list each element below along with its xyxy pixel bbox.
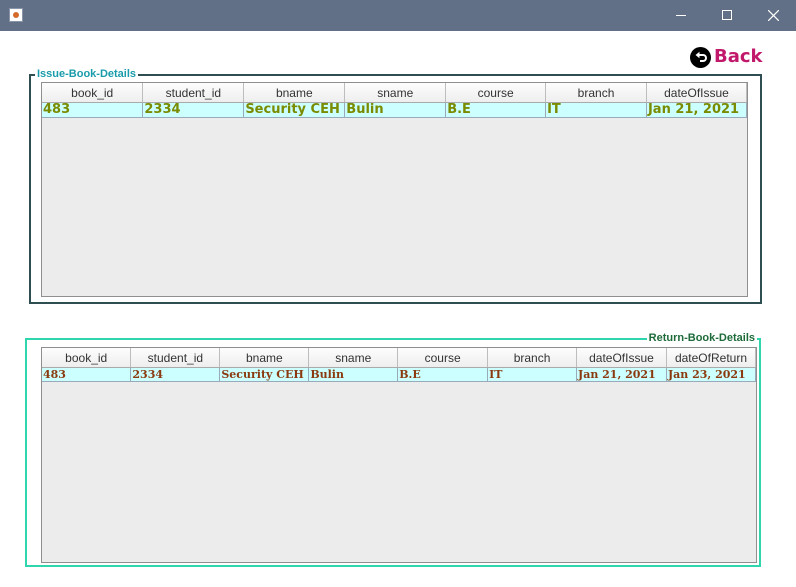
minimize-icon — [675, 15, 686, 16]
table-row[interactable]: 483 2334 Security CEH Bulin B.E IT Jan 2… — [42, 367, 756, 382]
close-icon — [767, 10, 779, 21]
column-header[interactable]: bname — [219, 348, 310, 368]
table-cell[interactable]: Jan 21, 2021 — [646, 102, 747, 118]
column-header[interactable]: dateOfIssue — [646, 83, 747, 103]
table-cell[interactable]: Security CEH — [243, 102, 346, 118]
issue-table-header: book_id student_id bname sname course br… — [42, 83, 747, 103]
table-cell[interactable]: Bulin — [308, 367, 399, 382]
table-cell[interactable]: 2334 — [130, 367, 221, 382]
column-header[interactable]: book_id — [42, 348, 132, 368]
back-arrow-icon — [690, 46, 711, 68]
column-header[interactable]: dateOfIssue — [576, 348, 667, 368]
maximize-icon — [721, 10, 732, 20]
column-header[interactable]: student_id — [142, 83, 245, 103]
java-cup-icon — [9, 8, 23, 22]
table-cell[interactable]: 2334 — [142, 102, 245, 118]
close-button[interactable] — [750, 0, 796, 31]
return-panel-title: Return-Book-Details — [646, 332, 757, 345]
table-cell[interactable]: B.E — [397, 367, 489, 382]
table-cell[interactable]: Security CEH — [219, 367, 310, 382]
table-cell[interactable]: IT — [487, 367, 577, 382]
return-table[interactable]: book_id student_id bname sname course br… — [42, 348, 756, 382]
return-table-header: book_id student_id bname sname course br… — [42, 348, 756, 368]
column-header[interactable]: book_id — [42, 83, 144, 103]
column-header[interactable]: bname — [243, 83, 346, 103]
column-header[interactable]: course — [397, 348, 489, 368]
table-cell[interactable]: IT — [545, 102, 647, 118]
column-header[interactable]: student_id — [130, 348, 221, 368]
window-titlebar — [0, 0, 796, 31]
table-row[interactable]: 483 2334 Security CEH Bulin B.E IT Jan 2… — [42, 102, 747, 118]
issue-table-scrollpane[interactable]: book_id student_id bname sname course br… — [41, 82, 748, 297]
column-header[interactable]: dateOfReturn — [666, 348, 756, 368]
column-header[interactable]: branch — [545, 83, 647, 103]
table-cell[interactable]: Bulin — [344, 102, 447, 118]
column-header[interactable]: sname — [344, 83, 447, 103]
column-header[interactable]: course — [445, 83, 547, 103]
column-header[interactable]: sname — [308, 348, 399, 368]
issue-table[interactable]: book_id student_id bname sname course br… — [42, 83, 747, 118]
minimize-button[interactable] — [658, 0, 704, 31]
issue-panel-title: Issue-Book-Details — [35, 68, 139, 81]
column-header[interactable]: branch — [487, 348, 577, 368]
table-cell[interactable]: Jan 23, 2021 — [666, 367, 756, 382]
table-cell[interactable]: Jan 21, 2021 — [576, 367, 667, 382]
table-cell[interactable]: 483 — [42, 367, 132, 382]
back-label: Back — [714, 46, 763, 67]
table-cell[interactable]: 483 — [42, 102, 144, 118]
maximize-button[interactable] — [704, 0, 750, 31]
back-button[interactable]: Back — [690, 46, 763, 68]
table-cell[interactable]: B.E — [445, 102, 547, 118]
return-table-scrollpane[interactable]: book_id student_id bname sname course br… — [41, 347, 757, 563]
